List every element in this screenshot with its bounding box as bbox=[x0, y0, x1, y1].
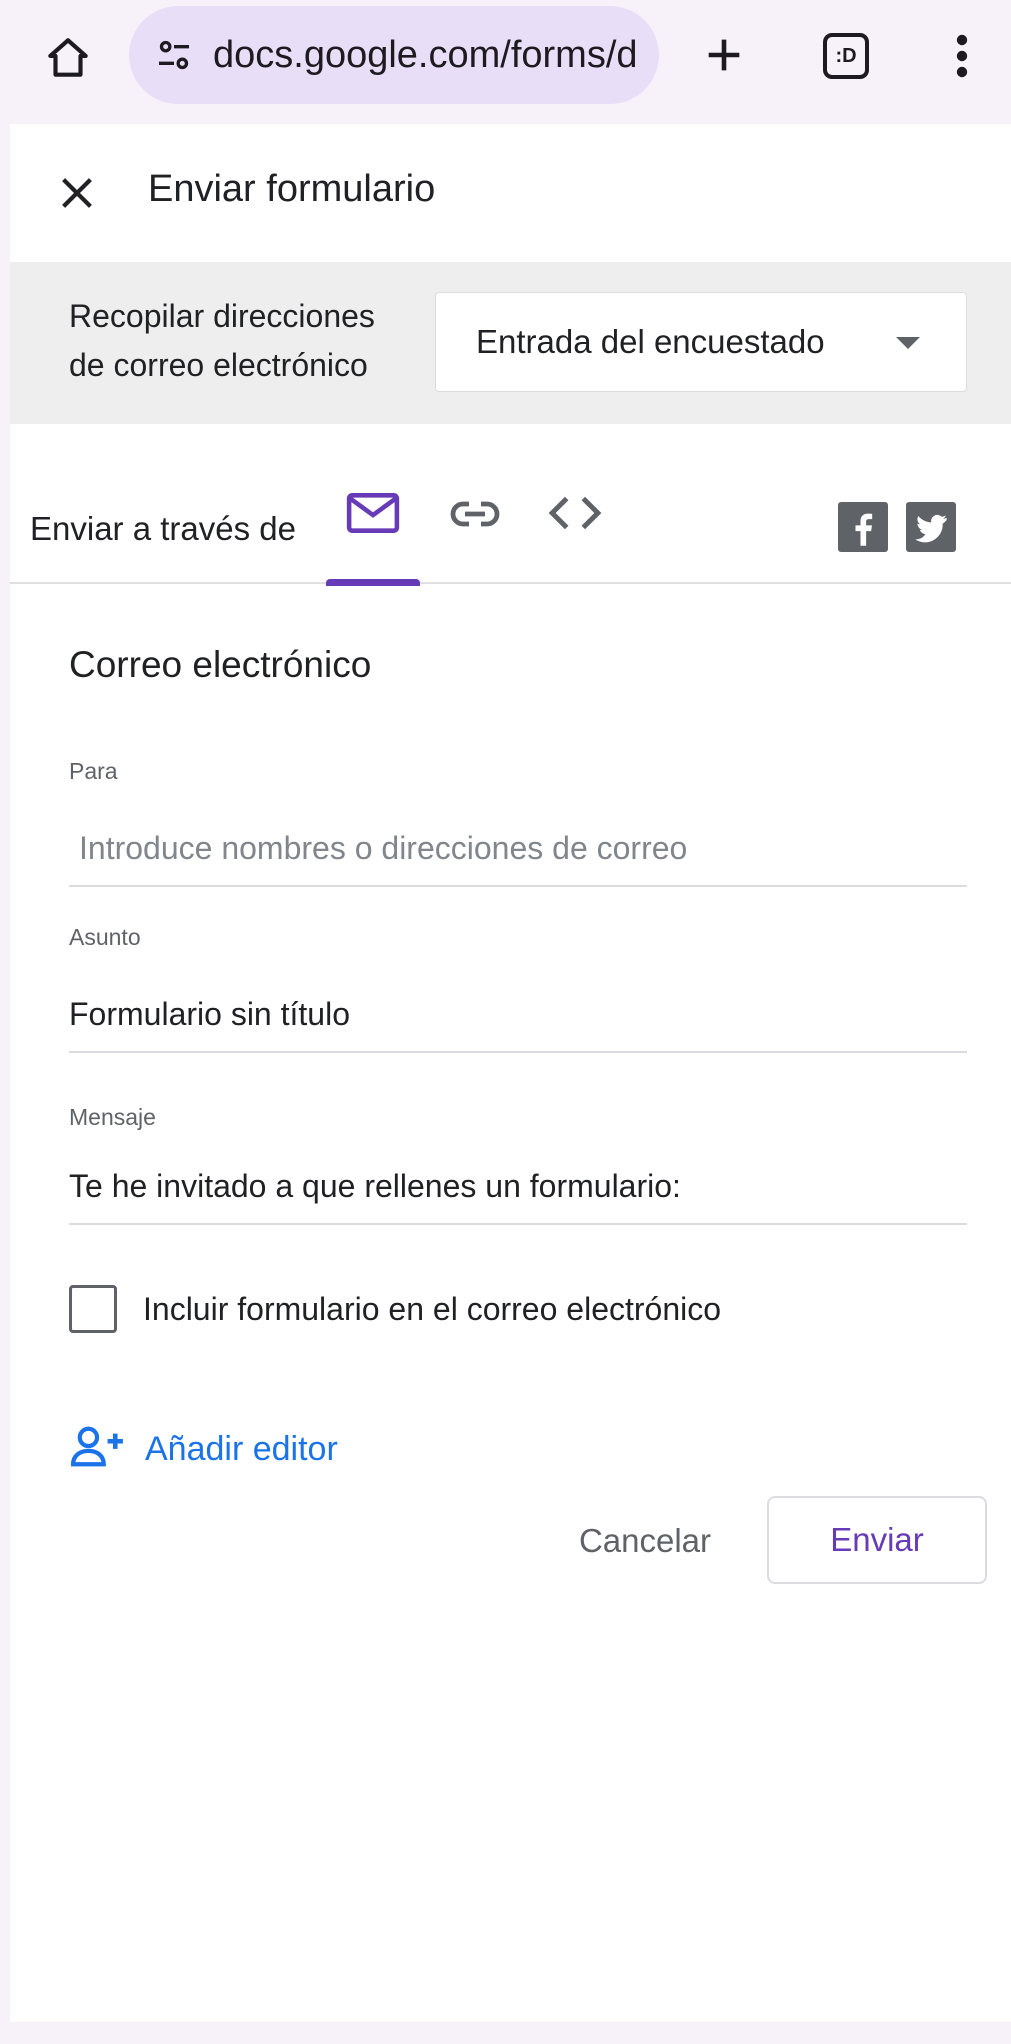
subject-label: Asunto bbox=[69, 924, 141, 950]
send-via-row: Enviar a través de bbox=[10, 472, 1011, 586]
url-text[interactable]: docs.google.com/forms/d bbox=[213, 34, 649, 77]
embed-icon bbox=[548, 492, 602, 539]
dialog-title: Enviar formulario bbox=[148, 168, 436, 210]
tab-switcher-label: :D bbox=[823, 33, 869, 79]
message-input[interactable]: Te he invitado a que rellenes un formula… bbox=[69, 1168, 967, 1225]
to-input[interactable]: Introduce nombres o direcciones de corre… bbox=[69, 830, 967, 887]
dropdown-arrow-icon bbox=[896, 337, 920, 349]
collect-emails-label: Recopilar direcciones de correo electrón… bbox=[69, 298, 375, 383]
include-form-checkbox[interactable] bbox=[69, 1285, 117, 1333]
tab-email[interactable] bbox=[326, 492, 420, 586]
include-form-checkbox-row[interactable]: Incluir formulario en el correo electrón… bbox=[69, 1284, 721, 1334]
include-form-label: Incluir formulario en el correo electrón… bbox=[143, 1290, 722, 1327]
page-edge bbox=[0, 122, 10, 2022]
tab-link[interactable] bbox=[440, 492, 510, 584]
collect-emails-select[interactable]: Entrada del encuestado bbox=[435, 292, 967, 392]
send-form-dialog: Enviar formulario Recopilar direcciones … bbox=[10, 124, 1011, 2024]
tab-switcher-icon[interactable]: :D bbox=[814, 24, 878, 88]
home-icon[interactable] bbox=[34, 24, 102, 92]
subject-input[interactable]: Formulario sin título bbox=[69, 996, 967, 1053]
dialog-header: Enviar formulario bbox=[10, 124, 1011, 260]
new-tab-icon[interactable] bbox=[692, 20, 756, 90]
add-editor-button[interactable]: Añadir editor bbox=[69, 1424, 338, 1474]
cancel-button[interactable]: Cancelar bbox=[550, 1498, 740, 1584]
section-title: Correo electrónico bbox=[69, 644, 372, 685]
bottom-system-bar bbox=[0, 2022, 1011, 2044]
tab-embed[interactable] bbox=[540, 492, 610, 584]
email-icon bbox=[346, 492, 400, 539]
facebook-icon[interactable] bbox=[838, 502, 888, 552]
browser-toolbar: docs.google.com/forms/d :D bbox=[0, 0, 1011, 122]
close-icon[interactable] bbox=[54, 170, 100, 216]
add-editor-label: Añadir editor bbox=[145, 1429, 338, 1468]
active-tab-indicator bbox=[326, 579, 420, 586]
link-icon bbox=[449, 492, 501, 541]
collect-emails-value: Entrada del encuestado bbox=[476, 323, 825, 360]
address-bar[interactable]: docs.google.com/forms/d bbox=[129, 6, 659, 104]
site-info-icon[interactable] bbox=[145, 35, 203, 75]
send-via-label: Enviar a través de bbox=[30, 510, 296, 547]
twitter-icon[interactable] bbox=[906, 502, 956, 552]
more-menu-icon[interactable] bbox=[935, 24, 989, 88]
to-label: Para bbox=[69, 758, 118, 784]
send-button[interactable]: Enviar bbox=[767, 1496, 987, 1584]
add-person-icon bbox=[69, 1424, 127, 1475]
collect-emails-row: Recopilar direcciones de correo electrón… bbox=[10, 262, 1011, 424]
message-label: Mensaje bbox=[69, 1104, 156, 1130]
